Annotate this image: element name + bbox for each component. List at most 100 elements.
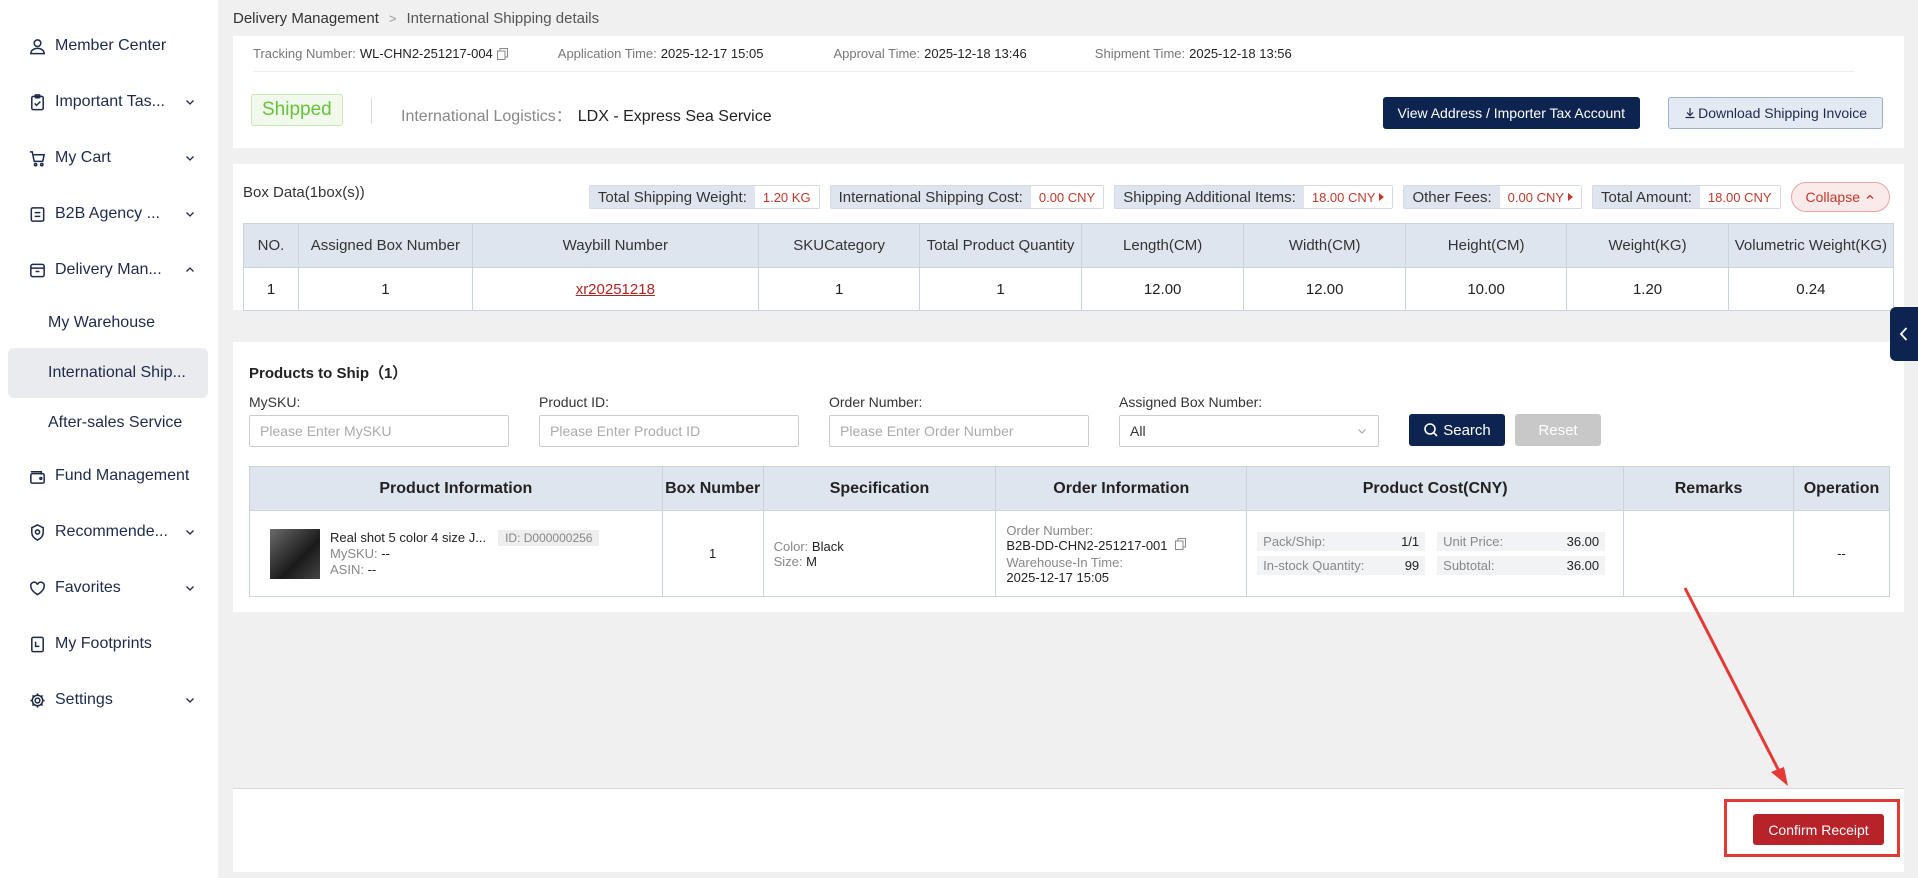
color-value: Black (811, 538, 844, 554)
sidebar-item-my-footprints[interactable]: My Footprints (0, 616, 218, 672)
sidebar-item-settings[interactable]: Settings (0, 672, 218, 728)
sidebar-item-important-tasks[interactable]: Important Tas... (0, 74, 218, 130)
cost-value: 36.00 (1566, 558, 1600, 573)
cell-no: 1 (242, 267, 300, 311)
sidebar-item-label: Recommende... (55, 523, 168, 540)
user-icon (27, 36, 47, 56)
wallet-icon (27, 466, 47, 486)
products-card: Products to Ship（1） MySKU: Please Enter … (233, 342, 1904, 612)
product-name[interactable]: Real shot 5 color 4 size J... (330, 530, 486, 545)
chevron-down-icon (186, 586, 194, 591)
cost-pack-ship: Pack/Ship: 1/1 (1257, 532, 1426, 551)
sidebar-item-delivery-management[interactable]: Delivery Man... (0, 242, 218, 298)
cart-icon (27, 148, 47, 168)
fee-value: 0.00 CNY (1499, 186, 1582, 208)
column-header: Total Product Quantity (919, 223, 1082, 268)
column-header: Operation (1792, 466, 1891, 511)
warehouse-in-value: 2025-12-17 15:05 (1006, 569, 1110, 585)
product-thumbnail[interactable] (270, 528, 320, 579)
fee-shipping-additional-items[interactable]: Shipping Additional Items: 18.00 CNY (1114, 185, 1394, 209)
asin-value: -- (367, 561, 377, 577)
products-title: Products to Ship（1） (249, 365, 408, 382)
fee-international-shipping-cost: International Shipping Cost: 0.00 CNY (829, 185, 1105, 209)
products-table: Product Information Box Number Specifica… (249, 466, 1891, 597)
copy-icon[interactable] (496, 47, 508, 60)
fee-label: Total Amount: (1593, 186, 1700, 208)
shipment-meta-row: Tracking Number: WL-CHN2-251217-004 Appl… (253, 36, 1854, 72)
logistics-value: LDX - Express Sea Service (577, 108, 772, 125)
fee-value-text: 0.00 CNY (1507, 189, 1565, 205)
order-number-input[interactable]: Please Enter Order Number (829, 415, 1089, 447)
mysku-input[interactable]: Please Enter MySKU (249, 415, 509, 447)
column-header: Weight(KG) (1566, 223, 1729, 268)
sidebar-item-my-cart[interactable]: My Cart (0, 130, 218, 186)
international-logistics: International Logistics： LDX - Express Se… (401, 102, 772, 126)
view-address-button[interactable]: View Address / Importer Tax Account (1382, 97, 1640, 129)
application-time: Application Time: 2025-12-17 15:05 (558, 46, 764, 61)
order-number-label: Order Number: (1006, 522, 1094, 538)
fee-value: 18.00 CNY (1303, 186, 1393, 208)
column-header: Product Information (249, 466, 663, 511)
reset-button[interactable]: Reset (1515, 414, 1601, 446)
search-icon (1424, 423, 1438, 437)
chevron-up-icon (186, 267, 194, 272)
column-header: Order Information (995, 466, 1248, 511)
table-row: Real shot 5 color 4 size J... ID: D000000… (249, 510, 1891, 597)
fee-total-amount: Total Amount: 18.00 CNY (1592, 185, 1781, 209)
confirm-receipt-button[interactable]: Confirm Receipt (1753, 814, 1884, 845)
cost-label: Unit Price: (1443, 534, 1504, 549)
breadcrumb-root[interactable]: Delivery Management (233, 10, 379, 27)
sidebar-item-b2b-agency[interactable]: B2B Agency ... (0, 186, 218, 242)
warehouse-in-label: Warehouse-In Time: (1006, 554, 1123, 570)
filter-mysku: MySKU: Please Enter MySKU (249, 394, 509, 447)
box-number-select[interactable]: All (1119, 415, 1379, 447)
approval-time: Approval Time: 2025-12-18 13:46 (833, 46, 1026, 61)
waybill-link[interactable]: xr20251218 (576, 281, 655, 298)
side-panel-toggle[interactable] (1890, 307, 1918, 361)
fee-other-fees[interactable]: Other Fees: 0.00 CNY (1403, 185, 1583, 209)
cost-instock: In-stock Quantity: 99 (1257, 556, 1426, 575)
fee-value: 1.20 KG (754, 186, 819, 208)
sidebar-item-member-center[interactable]: Member Center (0, 18, 218, 74)
select-value: All (1130, 423, 1146, 439)
caret-right-icon (1379, 193, 1385, 201)
asin-label: ASIN: (330, 561, 364, 577)
column-header: Waybill Number (471, 223, 759, 268)
sidebar-item-favorites[interactable]: Favorites (0, 560, 218, 616)
cost-label: Subtotal: (1443, 558, 1495, 573)
chevron-down-icon (186, 530, 194, 535)
sidebar-subitem-my-warehouse[interactable]: My Warehouse (0, 298, 218, 348)
status-row: Shipped International Logistics： LDX - Ex… (251, 94, 1886, 131)
cell-qty: 1 (919, 267, 1082, 311)
mysku-label: MySKU: (330, 545, 378, 561)
download-invoice-button[interactable]: Download Shipping Invoice (1668, 97, 1883, 129)
search-button[interactable]: Search (1409, 414, 1505, 446)
logistics-label: International Logistics： (401, 108, 572, 125)
sidebar-item-recommended[interactable]: Recommende... (0, 504, 218, 560)
sidebar-subitem-international-shipping[interactable]: International Ship... (8, 348, 208, 398)
shipment-time: Shipment Time: 2025-12-18 13:56 (1095, 46, 1292, 61)
sidebar-subitem-after-sales[interactable]: After-sales Service (0, 398, 218, 448)
footprint-icon (27, 634, 47, 654)
product-id-input[interactable]: Please Enter Product ID (539, 415, 799, 447)
cell-box: 1 (298, 267, 473, 311)
sidebar-item-label: Important Tas... (55, 93, 165, 110)
color-label: Color: (773, 538, 809, 554)
shipment-label: Shipment Time: (1094, 46, 1186, 61)
chevron-up-icon (1866, 194, 1874, 199)
copy-icon[interactable] (1175, 537, 1187, 550)
filter-label: MySKU: (249, 394, 301, 410)
collapse-button[interactable]: Collapse (1790, 182, 1890, 212)
tracking-label: Tracking Number: (253, 46, 356, 61)
annotation-highlight-box: Confirm Receipt (1724, 799, 1900, 857)
size-value: M (806, 553, 817, 569)
fee-value: 18.00 CNY (1699, 186, 1780, 208)
fee-label: Total Shipping Weight: (589, 186, 755, 208)
chevron-down-icon (186, 698, 194, 703)
gear-icon (27, 690, 47, 710)
fee-label: Shipping Additional Items: (1115, 186, 1304, 208)
sidebar-item-fund-management[interactable]: Fund Management (0, 448, 218, 504)
filter-order-number: Order Number: Please Enter Order Number (829, 394, 1089, 447)
order-number-value[interactable]: B2B-DD-CHN2-251217-001 (1006, 538, 1167, 553)
column-header: Width(CM) (1243, 223, 1406, 268)
